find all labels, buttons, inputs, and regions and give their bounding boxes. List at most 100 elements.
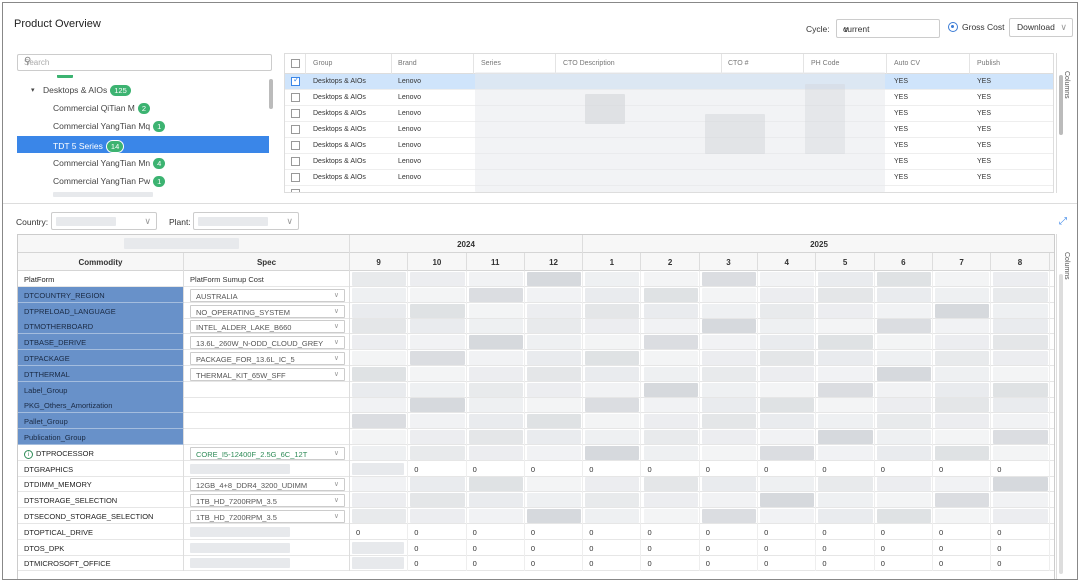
- row-checkbox[interactable]: [291, 125, 300, 134]
- month-header[interactable]: 3: [700, 253, 759, 271]
- cost-cell[interactable]: [525, 334, 584, 351]
- cost-cell[interactable]: [642, 492, 700, 509]
- cost-cell[interactable]: [583, 508, 642, 524]
- cost-cell[interactable]: [583, 302, 642, 319]
- cost-cell[interactable]: [700, 334, 759, 351]
- cost-cell[interactable]: [816, 334, 875, 351]
- cost-cell[interactable]: 0: [642, 460, 700, 477]
- cost-cell[interactable]: [408, 318, 467, 335]
- cost-cell[interactable]: [467, 334, 525, 351]
- cost-cell[interactable]: [408, 350, 467, 366]
- month-header[interactable]: 10: [408, 253, 467, 271]
- cost-cell[interactable]: 0: [583, 523, 642, 540]
- download-button[interactable]: Download ∨: [1009, 18, 1073, 37]
- cost-cell[interactable]: 0: [875, 555, 933, 572]
- spec-select[interactable]: NO_OPERATING_SYSTEM ∨: [190, 304, 345, 318]
- cost-cell[interactable]: [933, 413, 992, 430]
- cost-cell[interactable]: 0: [700, 555, 759, 572]
- cost-cell[interactable]: [758, 429, 817, 445]
- cost-cell[interactable]: [700, 381, 759, 398]
- cost-cell[interactable]: [875, 286, 933, 303]
- cost-cell[interactable]: [700, 318, 759, 335]
- cost-cell[interactable]: [991, 365, 1050, 382]
- col-group[interactable]: Group: [313, 60, 332, 67]
- row-checkbox[interactable]: [291, 141, 300, 150]
- table-row[interactable]: DTOPTICAL_DRIVE 0 0 0 0 0 0 0 0 0 0 0 0: [18, 523, 1054, 540]
- cost-cell[interactable]: [525, 318, 584, 335]
- cost-cell[interactable]: [933, 397, 992, 414]
- cost-cell[interactable]: [991, 508, 1050, 524]
- cost-cell[interactable]: [642, 429, 700, 445]
- cost-cell[interactable]: [875, 302, 933, 319]
- table-row[interactable]: PKG_Others_Amortization: [18, 397, 1054, 414]
- cost-cell[interactable]: 0: [875, 539, 933, 556]
- cost-cell[interactable]: [816, 381, 875, 398]
- cost-cell[interactable]: 0: [991, 539, 1050, 556]
- cost-cell[interactable]: 0: [467, 555, 525, 572]
- cost-cell[interactable]: 0: [467, 523, 525, 540]
- cost-cell[interactable]: [350, 286, 409, 303]
- spec-select[interactable]: PACKAGE_FOR_13.6L_IC_5 ∨: [190, 352, 345, 365]
- cost-cell[interactable]: [700, 476, 759, 493]
- cost-cell[interactable]: [350, 302, 409, 319]
- cost-cell[interactable]: 0: [408, 460, 467, 477]
- cost-cell[interactable]: 0: [525, 460, 584, 477]
- cost-cell[interactable]: [350, 318, 409, 335]
- spec-select[interactable]: CORE_I5-12400F_2.5G_6C_12T ∨: [190, 446, 345, 460]
- month-header[interactable]: 6: [875, 253, 933, 271]
- cost-cell[interactable]: 0: [758, 555, 817, 572]
- cost-cell[interactable]: 0: [467, 460, 525, 477]
- cost-cell[interactable]: [350, 444, 409, 461]
- spec-select[interactable]: 1TB_HD_7200RPM_3.5 ∨: [190, 494, 345, 508]
- cost-cell[interactable]: [933, 444, 992, 461]
- month-header[interactable]: 2: [642, 253, 700, 271]
- cost-cell[interactable]: 0: [350, 523, 409, 540]
- cost-cell[interactable]: 0: [875, 460, 933, 477]
- cost-cell[interactable]: [816, 492, 875, 509]
- cost-cell[interactable]: [467, 413, 525, 430]
- cost-cell[interactable]: [583, 444, 642, 461]
- tree-search-input[interactable]: Search ⚲: [17, 54, 272, 71]
- month-header[interactable]: 8: [991, 253, 1050, 271]
- cost-cell[interactable]: [816, 397, 875, 414]
- cost-cell[interactable]: [408, 381, 467, 398]
- cost-cell[interactable]: 0: [583, 539, 642, 556]
- table-row[interactable]: DTTHERMAL THERMAL_KIT_65W_SFF ∨: [18, 365, 1054, 382]
- cost-cell[interactable]: [758, 476, 817, 493]
- cost-cell[interactable]: [700, 444, 759, 461]
- table-row[interactable]: i DTPROCESSOR CORE_I5-12400F_2.5G_6C_12T ∨: [18, 444, 1054, 461]
- cost-cell[interactable]: [816, 286, 875, 303]
- cost-cell[interactable]: [525, 413, 584, 430]
- table-row[interactable]: DTCOUNTRY_REGION AUSTRALIA ∨: [18, 286, 1054, 303]
- cost-cell[interactable]: [467, 286, 525, 303]
- cost-cell[interactable]: [642, 444, 700, 461]
- cost-cell[interactable]: 0: [408, 523, 467, 540]
- tree-scrollbar[interactable]: [269, 79, 273, 109]
- cost-cell[interactable]: [350, 508, 409, 524]
- cost-cell[interactable]: [816, 508, 875, 524]
- cost-cell[interactable]: [408, 286, 467, 303]
- cost-cell[interactable]: [933, 350, 992, 366]
- cost-cell[interactable]: [875, 492, 933, 509]
- cost-cell[interactable]: [758, 334, 817, 351]
- cost-cell[interactable]: [525, 492, 584, 509]
- table-row[interactable]: PlatForm PlatForm Sumup Cost: [18, 271, 1054, 287]
- cycle-select[interactable]: current ∨: [836, 19, 940, 38]
- cost-cell[interactable]: 0: [642, 523, 700, 540]
- cost-cell[interactable]: [758, 413, 817, 430]
- cost-cell[interactable]: [991, 413, 1050, 430]
- cost-cell[interactable]: [350, 460, 409, 477]
- cost-cell[interactable]: [758, 302, 817, 319]
- cost-cell[interactable]: [642, 508, 700, 524]
- cost-cell[interactable]: [583, 492, 642, 509]
- cost-cell[interactable]: 0: [525, 555, 584, 572]
- cost-cell[interactable]: [991, 271, 1050, 287]
- month-header[interactable]: 5: [816, 253, 875, 271]
- cost-cell[interactable]: [700, 350, 759, 366]
- cost-cell[interactable]: 0: [933, 523, 992, 540]
- table-row[interactable]: Label_Group: [18, 381, 1054, 398]
- cost-cell[interactable]: [700, 492, 759, 509]
- cost-cell[interactable]: [525, 476, 584, 493]
- cost-cell[interactable]: 0: [700, 539, 759, 556]
- cost-cell[interactable]: [933, 318, 992, 335]
